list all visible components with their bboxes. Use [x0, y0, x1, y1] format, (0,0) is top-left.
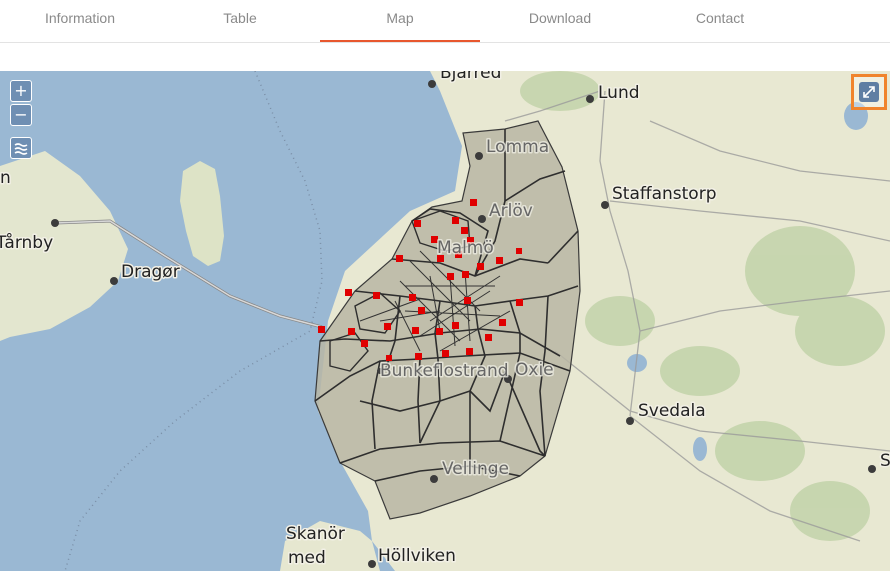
label-lomma: Lomma [486, 137, 549, 157]
data-marker [348, 328, 355, 335]
label-skanor-line2: med [288, 548, 326, 568]
label-svedala: Svedala [638, 401, 706, 421]
label-edge-partial: S [880, 451, 890, 471]
data-marker [499, 319, 506, 326]
data-marker [418, 307, 425, 314]
data-marker [373, 292, 380, 299]
label-skanor-line1: Skanör [286, 524, 345, 544]
fullscreen-button-inner[interactable] [859, 82, 879, 102]
data-marker [461, 227, 468, 234]
fullscreen-icon [863, 86, 875, 98]
data-marker [436, 328, 443, 335]
data-marker [464, 297, 471, 304]
data-marker [470, 199, 477, 206]
data-marker [452, 217, 459, 224]
layers-icon [14, 143, 28, 155]
data-marker [496, 257, 503, 264]
data-marker [485, 334, 492, 341]
map-canvas[interactable]: Bjärred Lund Lomma Staffanstorp Arlöv Ma… [0, 71, 890, 571]
zoom-in-button[interactable]: + [10, 80, 32, 102]
map-view[interactable]: Bjärred Lund Lomma Staffanstorp Arlöv Ma… [0, 71, 890, 571]
tab-bar: Information Table Map Download Contact [0, 0, 890, 43]
label-oxie: Oxie [515, 360, 554, 380]
tab-table[interactable]: Table [160, 0, 320, 42]
layers-button[interactable] [10, 137, 32, 159]
spacer [0, 43, 890, 71]
label-tarnby: Tårnby [0, 232, 53, 253]
label-malmo: Malmö [437, 238, 494, 258]
data-marker [345, 289, 352, 296]
data-marker [477, 263, 484, 270]
zoom-out-button[interactable]: − [10, 104, 32, 126]
data-marker [384, 323, 391, 330]
label-bjarred: Bjärred [440, 71, 501, 83]
data-marker [414, 220, 421, 227]
label-hollviken: Höllviken [378, 546, 456, 566]
label-lund: Lund [598, 83, 640, 103]
tab-information[interactable]: Information [0, 0, 160, 42]
label-staffanstorp: Staffanstorp [612, 184, 716, 204]
data-marker [466, 348, 473, 355]
data-marker [415, 353, 422, 360]
data-marker [396, 255, 403, 262]
data-marker [361, 340, 368, 347]
label-limhamn-partial: n [0, 168, 11, 188]
label-arlov: Arlöv [489, 201, 533, 221]
label-vellinge: Vellinge [442, 459, 509, 479]
data-marker [442, 350, 449, 357]
data-marker [452, 322, 459, 329]
data-marker [412, 327, 419, 334]
tab-contact[interactable]: Contact [640, 0, 800, 42]
data-marker [516, 299, 523, 306]
tab-map[interactable]: Map [320, 0, 480, 42]
tab-download[interactable]: Download [480, 0, 640, 42]
land-saltholm [180, 161, 224, 266]
data-marker [447, 273, 454, 280]
data-marker [462, 271, 469, 278]
data-marker [318, 326, 325, 333]
label-bunkeflostrand: Bunkeflostrand [380, 361, 509, 381]
data-marker [516, 248, 522, 254]
maritime-boundary [64, 71, 323, 571]
label-dragor: Dragør [121, 262, 180, 282]
fullscreen-button[interactable] [851, 74, 887, 110]
data-marker [409, 294, 416, 301]
